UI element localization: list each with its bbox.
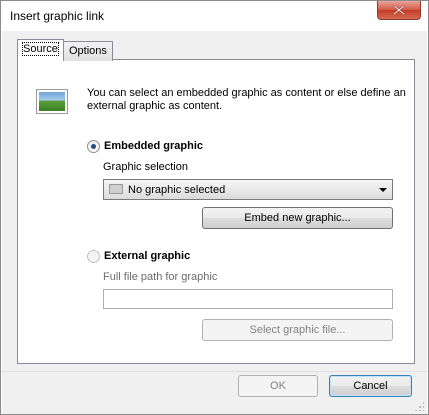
- tab-options-label: Options: [69, 45, 107, 57]
- tab-source[interactable]: Source: [17, 39, 64, 61]
- chevron-down-icon: [379, 188, 387, 192]
- graphic-thumbnail-icon: [109, 184, 123, 194]
- close-icon: [393, 5, 405, 15]
- embed-new-graphic-button[interactable]: Embed new graphic...: [202, 207, 393, 229]
- intro-text: You can select an embedded graphic as co…: [87, 87, 406, 112]
- source-tab-panel: You can select an embedded graphic as co…: [17, 59, 415, 364]
- external-graphic-radio[interactable]: [87, 250, 100, 263]
- dialog-window: Insert graphic link Source Options You c…: [0, 0, 429, 415]
- tab-source-label: Source: [22, 42, 59, 56]
- tab-options[interactable]: Options: [63, 41, 113, 61]
- close-button[interactable]: [377, 1, 421, 20]
- external-graphic-label[interactable]: External graphic: [104, 250, 190, 262]
- ok-button[interactable]: OK: [238, 375, 318, 397]
- select-graphic-file-button[interactable]: Select graphic file...: [202, 319, 393, 341]
- resize-grip[interactable]: [414, 401, 424, 411]
- dialog-footer: OK Cancel: [2, 371, 427, 414]
- embedded-graphic-label[interactable]: Embedded graphic: [104, 140, 203, 152]
- embedded-graphic-radio[interactable]: [87, 140, 100, 153]
- file-path-input[interactable]: [103, 289, 393, 309]
- title-bar[interactable]: Insert graphic link: [1, 1, 428, 31]
- window-title: Insert graphic link: [10, 9, 105, 23]
- graphic-selection-label: Graphic selection: [103, 161, 188, 173]
- dialog-body: Source Options You can select an embedde…: [2, 31, 427, 371]
- graphic-selection-value: No graphic selected: [128, 184, 226, 196]
- file-path-label: Full file path for graphic: [103, 271, 218, 283]
- cancel-button[interactable]: Cancel: [329, 375, 412, 397]
- image-icon: [36, 89, 68, 114]
- graphic-selection-dropdown[interactable]: No graphic selected: [103, 179, 393, 200]
